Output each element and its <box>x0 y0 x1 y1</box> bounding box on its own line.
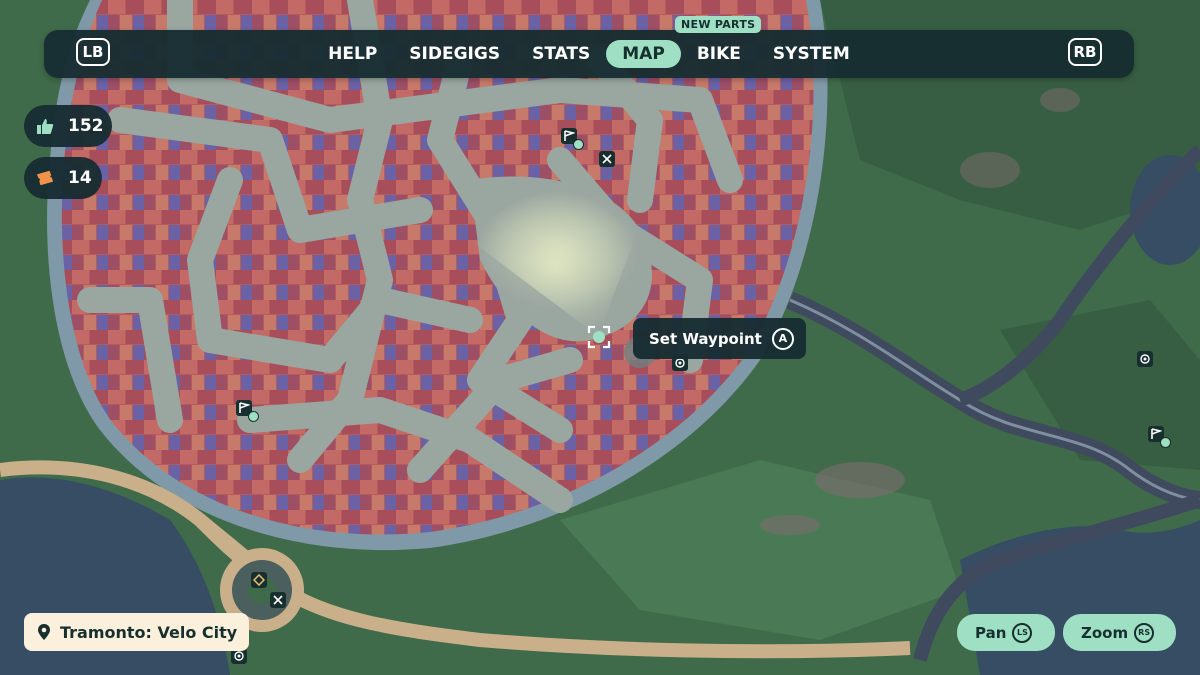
ls-stick-icon: LS <box>1012 622 1033 643</box>
tab-sidegigs[interactable]: SIDEGIGS <box>393 40 516 68</box>
location-label: Tramonto: Velo City <box>24 613 250 651</box>
top-nav-bar: LB HELP SIDEGIGS STATS MAP BIKE SYSTEM R… <box>44 30 1134 78</box>
tab-bike[interactable]: BIKE <box>681 40 757 68</box>
set-waypoint-prompt[interactable]: Set Waypoint A <box>633 318 806 359</box>
tab-stats[interactable]: STATS <box>516 40 606 68</box>
tab-help[interactable]: HELP <box>312 40 393 68</box>
location-name: Tramonto: Velo City <box>60 622 238 642</box>
tickets-count: 14 <box>68 168 92 188</box>
new-parts-badge: NEW PARTS <box>675 16 762 33</box>
a-button-icon: A <box>771 327 794 350</box>
rb-button[interactable]: RB <box>1068 38 1102 66</box>
pan-control[interactable]: Pan LS <box>957 614 1055 651</box>
pan-label: Pan <box>975 623 1007 642</box>
likes-counter: 152 <box>24 105 112 147</box>
pin-icon <box>36 623 52 641</box>
diamond-icon[interactable] <box>251 572 267 588</box>
ticket-icon <box>36 169 54 187</box>
waypoint-target-icon[interactable] <box>587 325 611 349</box>
nav-tabs: HELP SIDEGIGS STATS MAP BIKE SYSTEM <box>44 30 1134 78</box>
zoom-label: Zoom <box>1081 623 1129 642</box>
tab-system[interactable]: SYSTEM <box>757 40 866 68</box>
thumbs-up-icon <box>36 117 54 135</box>
wrench-icon[interactable] <box>270 592 286 608</box>
flag-icon[interactable] <box>561 128 584 150</box>
tickets-counter: 14 <box>24 157 102 199</box>
completed-check-icon <box>248 411 259 422</box>
spiral-icon[interactable] <box>1137 351 1153 367</box>
completed-check-icon <box>573 139 584 150</box>
flag-icon[interactable] <box>236 400 259 422</box>
wrench-icon[interactable] <box>599 151 615 167</box>
set-waypoint-label: Set Waypoint <box>649 329 762 348</box>
zoom-control[interactable]: Zoom RS <box>1063 614 1176 651</box>
tab-map[interactable]: MAP <box>606 40 681 68</box>
completed-check-icon <box>1160 437 1171 448</box>
rs-stick-icon: RS <box>1134 622 1155 643</box>
likes-count: 152 <box>68 116 104 136</box>
flag-icon[interactable] <box>1148 426 1171 448</box>
